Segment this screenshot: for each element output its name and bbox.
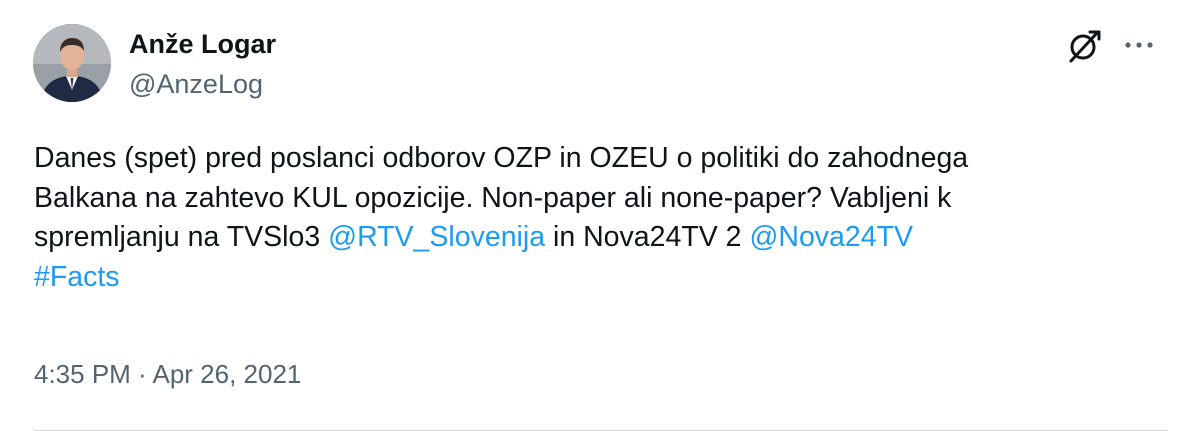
more-options-icon[interactable] <box>1122 33 1156 57</box>
tweet-text-segment: in Nova24TV 2 <box>545 221 750 253</box>
mention-link-rtv[interactable]: @RTV_Slovenija <box>328 221 545 253</box>
person-avatar-icon <box>33 24 111 102</box>
mention-link-nova24tv[interactable]: @Nova24TV <box>749 221 913 253</box>
tweet-timestamp[interactable]: 4:35 PM · Apr 26, 2021 <box>34 358 301 390</box>
author-display-name[interactable]: Anže Logar <box>129 28 276 60</box>
tweet-text-line: Danes (spet) pred poslanci odborov OZP i… <box>34 142 969 174</box>
author-avatar[interactable] <box>33 24 111 102</box>
hashtag-link-facts[interactable]: #Facts <box>34 261 120 293</box>
tweet-text-line: spremljanju na TVSlo3 @RTV_Slovenija in … <box>34 218 1174 258</box>
author-handle[interactable]: @AnzeLog <box>129 68 263 100</box>
tweet-text-segment: spremljanju na TVSlo3 <box>34 221 329 253</box>
tweet-text-line: #Facts <box>34 258 1174 298</box>
tweet-text-line: Balkana na zahtevo KUL opozicije. Non-pa… <box>34 181 952 214</box>
x-logo-icon[interactable] <box>1066 28 1102 64</box>
tweet-text: Danes (spet) pred poslanci odborov OZP i… <box>34 139 1174 297</box>
tweet-card: Anže Logar @AnzeLog Danes (spet) pred po… <box>0 0 1200 431</box>
